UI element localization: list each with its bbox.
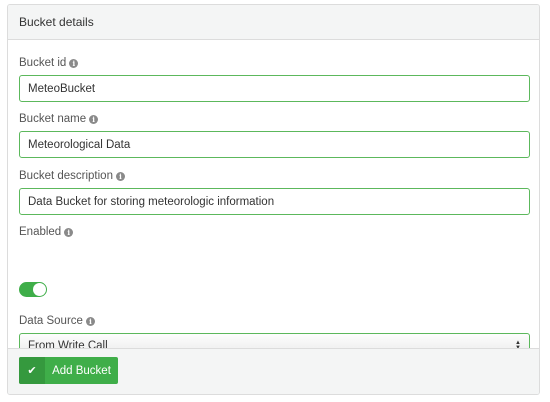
info-icon[interactable]: i — [89, 114, 99, 124]
add-bucket-button[interactable]: ✔ Add Bucket — [19, 357, 118, 384]
bucket-name-input[interactable] — [19, 131, 530, 158]
bucket-description-label-text: Bucket description — [19, 170, 113, 182]
panel-title: Bucket details — [19, 15, 94, 29]
enabled-toggle[interactable] — [19, 282, 47, 297]
info-icon[interactable]: i — [115, 171, 125, 181]
bucket-name-label-text: Bucket name — [19, 113, 87, 125]
panel-footer: ✔ Add Bucket — [8, 348, 539, 394]
bucket-details-panel: Bucket details Bucket id i Bucket name i… — [7, 4, 540, 395]
info-icon[interactable]: i — [69, 58, 79, 68]
bucket-id-input[interactable] — [19, 75, 530, 102]
check-icon: ✔ — [19, 357, 45, 384]
bucket-description-label: Bucket description i — [19, 169, 125, 183]
bucket-id-label: Bucket id i — [19, 56, 79, 70]
add-bucket-button-label: Add Bucket — [52, 364, 111, 377]
panel-header: Bucket details — [8, 5, 539, 40]
toggle-knob — [33, 283, 46, 296]
info-icon[interactable]: i — [64, 227, 74, 237]
data-source-label-text: Data Source — [19, 315, 83, 327]
data-source-label: Data Source i — [19, 314, 95, 328]
bucket-description-input[interactable] — [19, 188, 530, 215]
enabled-label-text: Enabled — [19, 226, 62, 238]
bucket-id-label-text: Bucket id — [19, 57, 67, 69]
enabled-label: Enabled i — [19, 225, 74, 239]
info-icon[interactable]: i — [85, 316, 95, 326]
bucket-name-label: Bucket name i — [19, 112, 99, 126]
